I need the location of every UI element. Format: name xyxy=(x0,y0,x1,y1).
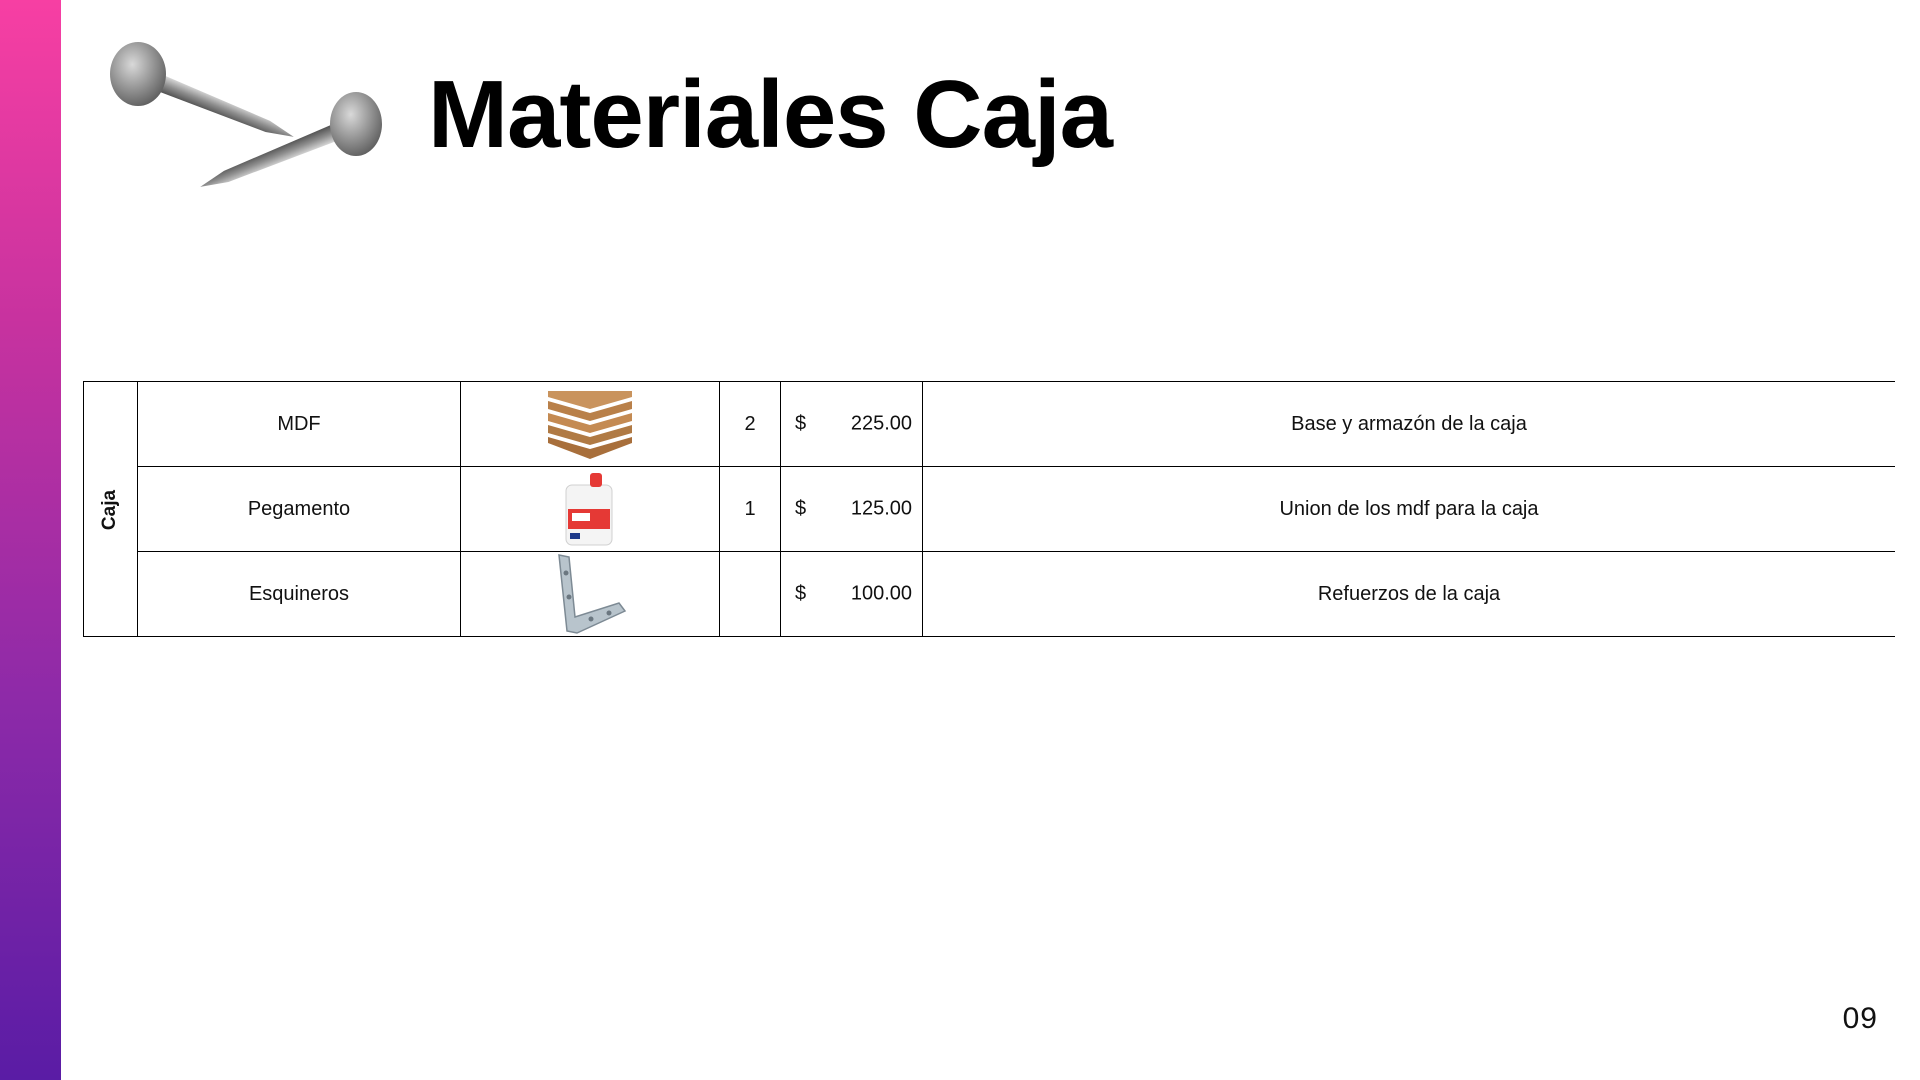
material-name: MDF xyxy=(137,381,461,467)
quantity xyxy=(719,551,781,637)
currency-symbol: $ xyxy=(795,582,807,605)
quantity: 1 xyxy=(719,466,781,552)
corner-bracket-icon xyxy=(558,554,627,634)
material-image-cell xyxy=(460,466,720,552)
description: Union de los mdf para la caja xyxy=(922,466,1895,552)
price-amount: 225.00 xyxy=(850,412,912,435)
material-image-cell xyxy=(460,381,720,467)
material-name: Pegamento xyxy=(137,466,461,552)
glue-bottle-icon xyxy=(565,473,613,546)
price-cell: $ 100.00 xyxy=(780,551,923,637)
table-row: Caja MDF 2 $ 225.00 Base y armazón de la… xyxy=(83,381,1895,637)
description: Refuerzos de la caja xyxy=(922,551,1895,637)
slide-title: Materiales Caja xyxy=(428,61,1113,168)
quantity: 2 xyxy=(719,381,781,467)
price-amount: 100.00 xyxy=(850,582,912,605)
description: Base y armazón de la caja xyxy=(922,381,1895,467)
price-cell: $ 125.00 xyxy=(780,466,923,552)
mdf-boards-icon xyxy=(548,391,632,459)
table-row: Esquineros $ 100.00 Refuerzos de la caja xyxy=(84,551,1895,637)
page-number: 09 xyxy=(1842,1002,1878,1035)
materials-table: Caja MDF 2 $ 225.00 Base y armazón de la… xyxy=(83,381,1895,637)
price-cell: $ 225.00 xyxy=(780,381,923,467)
material-name: Esquineros xyxy=(137,551,461,637)
material-image-cell xyxy=(460,551,720,637)
price-amount: 125.00 xyxy=(850,497,912,520)
table-row: Pegamento 1 $ 125.00 Union de los mdf pa… xyxy=(84,466,1895,552)
currency-symbol: $ xyxy=(795,412,807,435)
group-label: Caja xyxy=(99,489,121,530)
nails-icon xyxy=(110,42,382,187)
currency-symbol: $ xyxy=(795,497,807,520)
group-cell: Caja xyxy=(83,381,138,637)
accent-side-bar xyxy=(0,0,61,1080)
